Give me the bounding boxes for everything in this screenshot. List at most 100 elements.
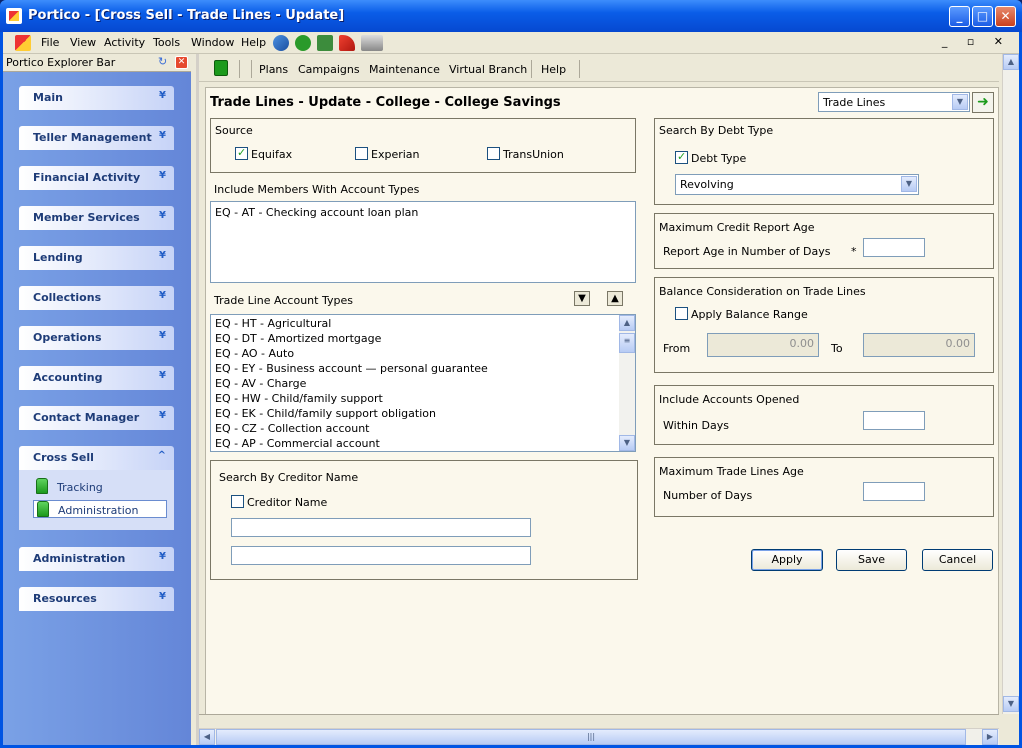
printer-icon[interactable] [361,35,383,51]
cross-sell-icon[interactable] [214,60,228,76]
scroll-left-icon[interactable]: ◀ [199,729,215,745]
sidebar-item-administration[interactable]: Administration [33,500,167,518]
nav-section-operations[interactable]: Operations ¥ [19,326,174,350]
nav-section-contact-manager[interactable]: Contact Manager ¥ [19,406,174,430]
nav-section-lending[interactable]: Lending ¥ [19,246,174,270]
view-select[interactable]: Trade Lines ▼ [818,92,970,112]
creditor-name-checkbox[interactable] [231,495,244,508]
chevron-down-icon[interactable]: ▼ [901,176,917,192]
menu-tools[interactable]: Tools [153,36,180,49]
within-days-input[interactable] [863,411,925,430]
scroll-up-icon[interactable]: ▲ [619,315,635,331]
report-age-input[interactable] [863,238,925,257]
nav-section-main[interactable]: Main ¥ [19,86,174,110]
menu-view[interactable]: View [70,36,96,49]
trade-line-types-listbox[interactable]: EQ - HT - Agricultural EQ - DT - Amortiz… [210,314,636,452]
nav-link-maintenance[interactable]: Maintenance [369,63,440,76]
balance-from-input[interactable]: 0.00 [707,333,819,357]
move-down-button[interactable]: ▼ [574,291,590,306]
cancel-button[interactable]: Cancel [922,549,993,571]
source-group: Source Equifax Experian TransUnion [210,118,636,173]
creditor-name-input-2[interactable] [231,546,531,565]
portico-menu-icon[interactable] [15,35,31,51]
scroll-down-icon[interactable]: ▼ [619,435,635,451]
nav-section-administration[interactable]: Administration ¥ [19,547,174,571]
list-item[interactable]: EQ - AP - Commercial account [215,437,380,450]
list-item[interactable]: EQ - AO - Auto [215,347,294,360]
menu-help[interactable]: Help [241,36,266,49]
menu-activity[interactable]: Activity [104,36,145,49]
close-button[interactable]: ✕ [995,6,1016,27]
main-vertical-scrollbar[interactable]: ▲ ▼ [1002,54,1019,714]
list-item[interactable]: EQ - EK - Child/family support obligatio… [215,407,436,420]
chevron-down-icon[interactable]: ▼ [952,94,968,110]
debt-type-select[interactable]: Revolving ▼ [675,174,919,195]
menu-bar: File View Activity Tools Window Help _ ▫… [3,32,1019,54]
listbox-scrollbar[interactable]: ▲ ≡ ▼ [619,315,635,451]
maximize-button[interactable]: □ [972,6,993,27]
sidebar-item-tracking[interactable]: Tracking [33,478,167,496]
apply-button[interactable]: Apply [751,549,823,571]
nav-label: Administration [33,552,126,565]
menu-window[interactable]: Window [191,36,234,49]
list-item[interactable]: EQ - EY - Business account — personal gu… [215,362,488,375]
nav-section-member-services[interactable]: Member Services ¥ [19,206,174,230]
portico-app-icon [6,8,22,24]
to-label: To [831,342,843,355]
explorer-close-button[interactable]: ✕ [175,56,188,69]
nav-link-plans[interactable]: Plans [259,63,288,76]
chevron-down-icon: ¥ [159,210,166,221]
go-arrow-button[interactable]: ➜ [972,92,994,113]
link-icon[interactable] [273,35,289,51]
creditor-name-input-1[interactable] [231,518,531,537]
nav-section-cross-sell[interactable]: Cross Sell ^ [19,446,174,470]
nav-link-help[interactable]: Help [541,63,566,76]
scroll-right-icon[interactable]: ▶ [982,729,998,745]
nav-link-campaigns[interactable]: Campaigns [298,63,360,76]
mdi-window-controls[interactable]: _ ▫ ✕ [942,35,1011,48]
list-item[interactable]: EQ - AV - Charge [215,377,306,390]
scroll-thumb[interactable]: ||| [216,729,966,745]
nav-section-resources[interactable]: Resources ¥ [19,587,174,611]
field-label: Within Days [663,419,729,432]
list-item[interactable]: EQ - DT - Amortized mortgage [215,332,381,345]
redo-arrow-icon[interactable] [339,35,355,51]
chevron-down-icon: ¥ [159,130,166,141]
scroll-down-icon[interactable]: ▼ [1003,696,1019,712]
nav-section-accounting[interactable]: Accounting ¥ [19,366,174,390]
chevron-down-icon: ¥ [159,250,166,261]
debt-type-checkbox[interactable] [675,150,688,164]
checkbox-label: Debt Type [691,152,747,165]
list-item[interactable]: EQ - HT - Agricultural [215,317,331,330]
main-horizontal-scrollbar[interactable]: ◀ ||| ▶ [199,728,999,745]
nav-section-teller-management[interactable]: Teller Management ¥ [19,126,174,150]
include-members-listbox[interactable]: EQ - AT - Checking account loan plan [210,201,636,283]
nav-label: Member Services [33,211,140,224]
nav-label: Teller Management [33,131,152,144]
experian-checkbox[interactable] [355,147,368,160]
nav-section-financial-activity[interactable]: Financial Activity ¥ [19,166,174,190]
nav-link-virtual-branch[interactable]: Virtual Branch [449,63,527,76]
trade-lines-form: Trade Lines - Update - College - College… [205,87,999,743]
save-button[interactable]: Save [836,549,907,571]
transunion-checkbox[interactable] [487,147,500,160]
nav-label: Operations [33,331,102,344]
menu-file[interactable]: File [41,36,59,49]
move-up-button[interactable]: ▲ [607,291,623,306]
list-item[interactable]: EQ - HW - Child/family support [215,392,383,405]
number-of-days-input[interactable] [863,482,925,501]
list-item[interactable]: EQ - AT - Checking account loan plan [215,206,418,219]
scroll-up-icon[interactable]: ▲ [1003,54,1019,70]
nav-section-collections[interactable]: Collections ¥ [19,286,174,310]
apply-balance-range-checkbox[interactable] [675,307,688,320]
window-title: Portico - [Cross Sell - Trade Lines - Up… [28,8,345,23]
tracking-icon [36,478,48,494]
list-item[interactable]: EQ - CZ - Collection account [215,422,369,435]
equifax-checkbox[interactable] [235,146,248,160]
minimize-button[interactable]: _ [949,6,970,27]
dollar-icon[interactable] [295,35,311,51]
scroll-thumb[interactable]: ≡ [619,333,635,353]
cash-drawer-icon[interactable] [317,35,333,51]
balance-to-input[interactable]: 0.00 [863,333,975,357]
refresh-icon[interactable]: ↻ [158,56,171,69]
